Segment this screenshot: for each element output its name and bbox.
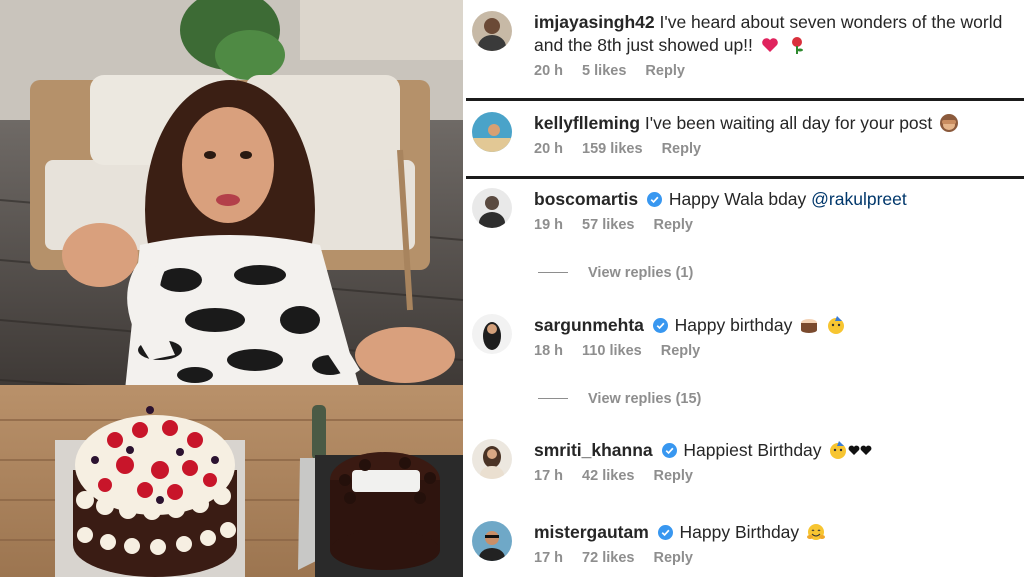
comment-likes[interactable]: 5 likes [582, 63, 626, 79]
rose-icon [791, 37, 803, 54]
comment-likes[interactable]: 159 likes [582, 141, 642, 157]
comment-likes[interactable]: 72 likes [582, 550, 634, 566]
comment-time: 17 h [534, 550, 564, 566]
avatar[interactable] [472, 521, 512, 561]
reply-button[interactable]: Reply [654, 468, 694, 484]
comment-separator [466, 98, 1024, 101]
reply-button[interactable]: Reply [654, 217, 694, 233]
comments-panel [463, 0, 1024, 577]
party-face-icon [830, 441, 847, 459]
reply-button[interactable]: Reply [645, 63, 685, 79]
comment-text: Happy birthday [674, 315, 793, 335]
comment-text: Happiest Birthday [683, 440, 822, 460]
comment-text: I've been waiting all day for your post [644, 113, 933, 133]
view-replies-label: View replies (15) [588, 391, 702, 407]
avatar[interactable] [472, 314, 512, 354]
view-replies-button[interactable]: View replies (1) [538, 265, 693, 281]
comment-likes[interactable]: 110 likes [582, 343, 642, 359]
comment-text: Happy Birthday [679, 522, 800, 542]
mention-link[interactable]: @rakulpreet [811, 189, 907, 209]
verified-badge-icon [657, 525, 673, 540]
comment-username[interactable]: imjayasingh42 [534, 12, 655, 32]
avatar[interactable] [472, 188, 512, 228]
black-heart-icon [849, 445, 860, 455]
comment-separator [466, 176, 1024, 179]
heart-icon [761, 38, 778, 52]
see-no-evil-monkey-icon [940, 114, 959, 132]
hugging-face-icon [807, 524, 826, 540]
comment-time: 18 h [534, 343, 564, 359]
avatar[interactable] [472, 439, 512, 479]
comment-username[interactable]: kellyflleming [534, 113, 640, 133]
verified-badge-icon [652, 318, 668, 333]
replies-dash [538, 398, 568, 399]
view-replies-label: View replies (1) [588, 265, 694, 281]
comment-username[interactable]: mistergautam [534, 522, 649, 542]
birthday-photo-illustration [0, 0, 463, 577]
reply-button[interactable]: Reply [662, 141, 702, 157]
comment-username[interactable]: smriti_khanna [534, 440, 653, 460]
comment-likes[interactable]: 42 likes [582, 468, 634, 484]
verified-badge-icon [661, 443, 677, 458]
comment-time: 20 h [534, 141, 564, 157]
comment-time: 19 h [534, 217, 564, 233]
comment-time: 17 h [534, 468, 564, 484]
verified-badge-icon [646, 192, 662, 207]
comment-text: Happy Wala bday [668, 189, 807, 209]
avatar[interactable] [472, 11, 512, 51]
black-heart-icon [861, 445, 872, 455]
comment-likes[interactable]: 57 likes [582, 217, 634, 233]
reply-button[interactable]: Reply [661, 343, 701, 359]
post-photo [0, 0, 463, 577]
view-replies-button[interactable]: View replies (15) [538, 391, 701, 407]
replies-dash [538, 272, 568, 273]
cake-icon [801, 319, 818, 333]
party-face-icon [828, 316, 845, 334]
comment-time: 20 h [534, 63, 564, 79]
avatar[interactable] [472, 112, 512, 152]
reply-button[interactable]: Reply [654, 550, 694, 566]
comment-username[interactable]: sargunmehta [534, 315, 644, 335]
comment-username[interactable]: boscomartis [534, 189, 638, 209]
